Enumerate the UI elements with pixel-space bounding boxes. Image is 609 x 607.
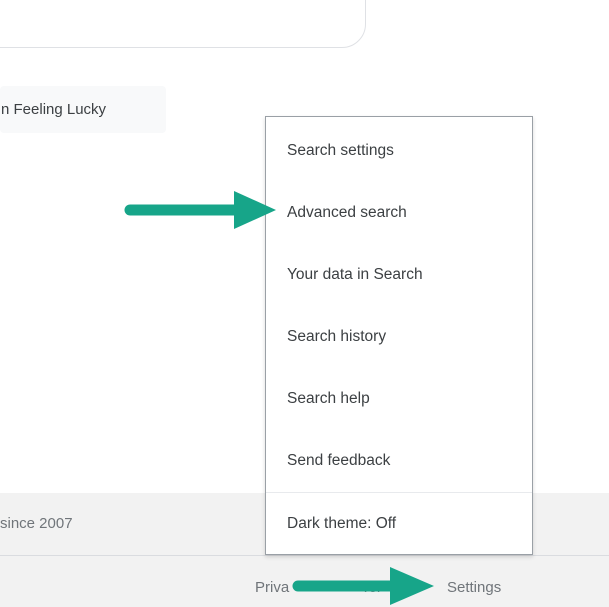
settings-dropdown-menu: Search settings Advanced search Your dat… xyxy=(265,116,533,555)
menu-item-dark-theme[interactable]: Dark theme: Off xyxy=(266,493,532,555)
menu-item-search-settings[interactable]: Search settings xyxy=(266,120,532,182)
arrow-right-icon xyxy=(124,191,276,229)
page: n Feeling Lucky since 2007 Priva Ter Set… xyxy=(0,0,609,607)
menu-item-send-feedback[interactable]: Send feedback xyxy=(266,430,532,492)
menu-item-search-history[interactable]: Search history xyxy=(266,306,532,368)
menu-item-advanced-search[interactable]: Advanced search xyxy=(266,182,532,244)
search-box[interactable] xyxy=(0,0,366,48)
menu-item-search-help[interactable]: Search help xyxy=(266,368,532,430)
feeling-lucky-button[interactable]: n Feeling Lucky xyxy=(0,86,166,133)
menu-item-your-data[interactable]: Your data in Search xyxy=(266,244,532,306)
arrow-right-icon xyxy=(292,567,434,605)
footer-privacy-link[interactable]: Priva xyxy=(255,579,289,596)
footer-settings-link[interactable]: Settings xyxy=(447,579,501,596)
footer-since-text: since 2007 xyxy=(0,515,73,532)
